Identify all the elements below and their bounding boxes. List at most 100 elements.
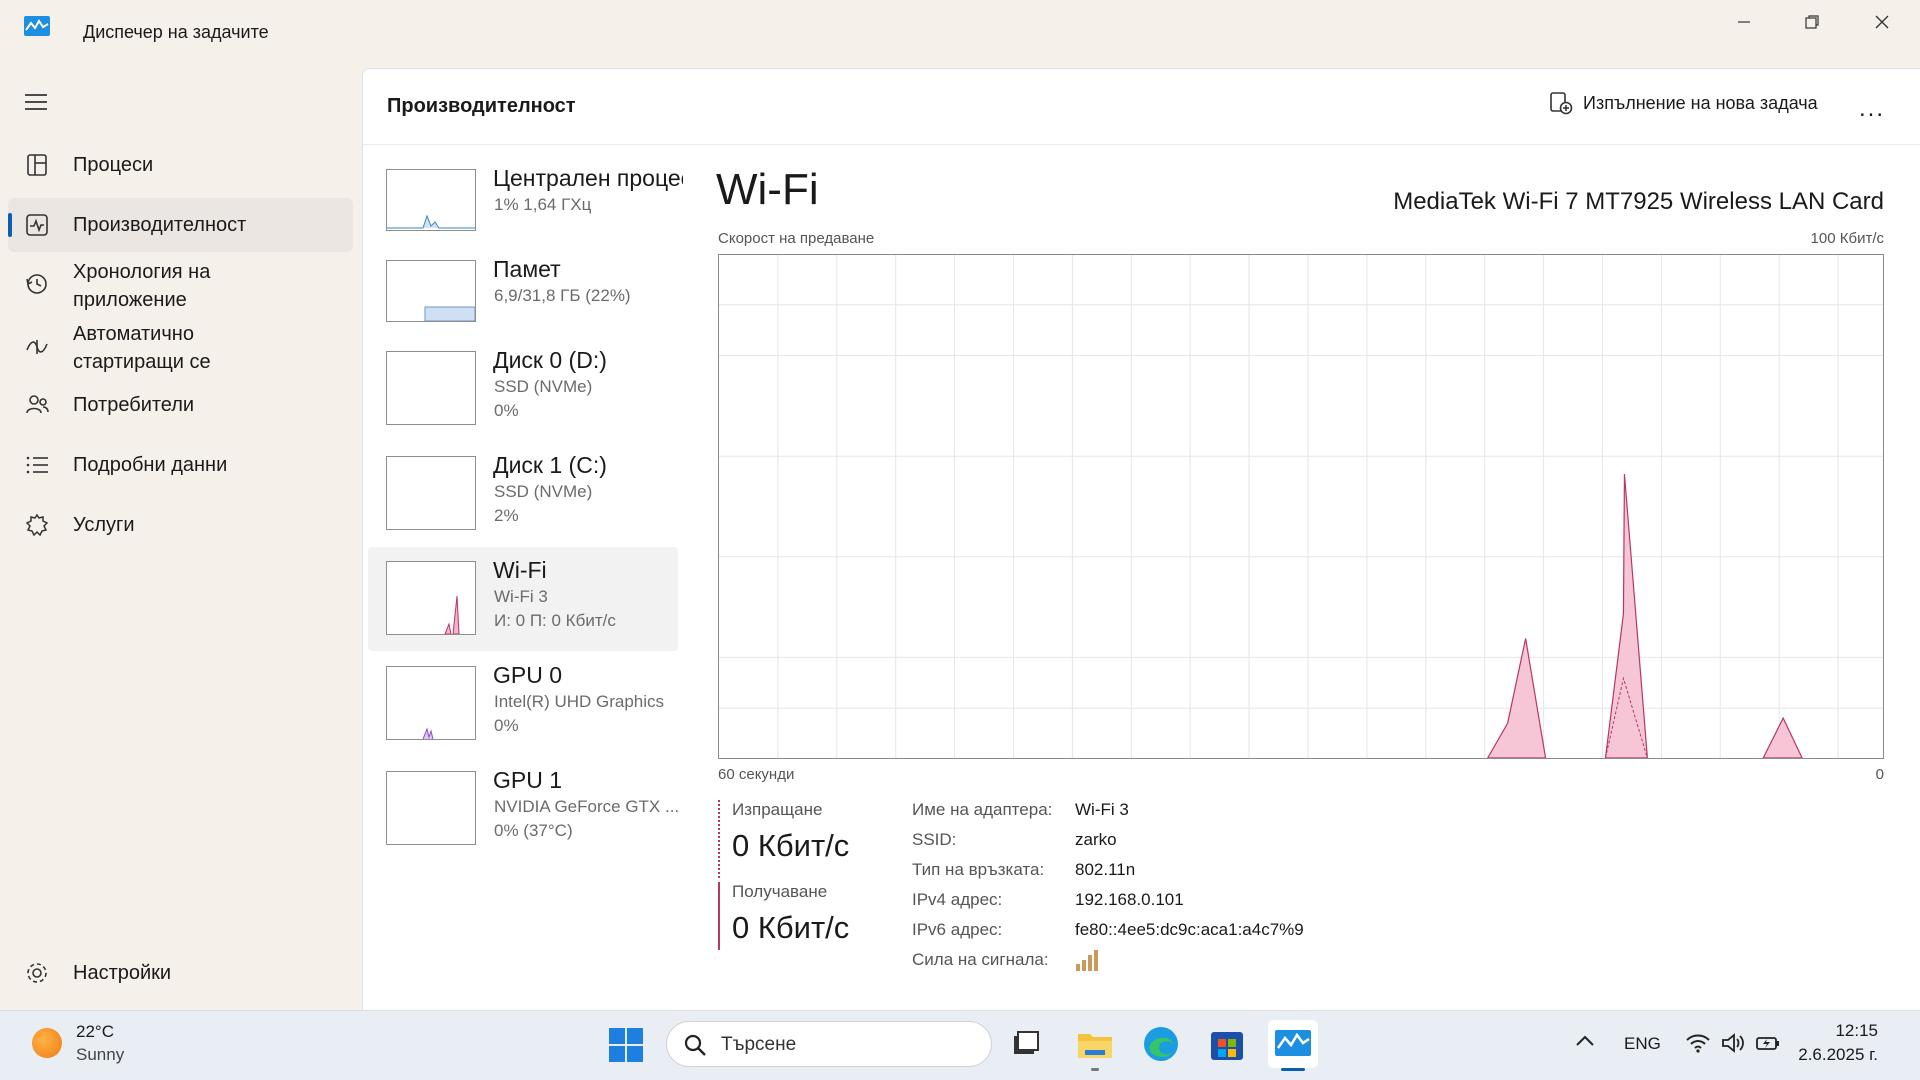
task-view-icon[interactable]	[1006, 1024, 1046, 1064]
prop-key: Сила на сигнала:	[912, 950, 1049, 969]
wifi-thumbnail	[386, 561, 476, 635]
axis-time-label: 60 секунди	[718, 766, 795, 783]
weather-temp[interactable]: 22°C	[76, 1022, 114, 1042]
axis-zero-label: 0	[1875, 766, 1884, 783]
device-sub2: 0% (37°C)	[494, 821, 573, 840]
more-options-button[interactable]: ...	[1859, 95, 1885, 123]
microsoft-store-icon[interactable]	[1207, 1024, 1247, 1064]
sidebar-item-label: Хронология на приложение	[73, 261, 211, 311]
cpu-thumbnail	[386, 169, 476, 231]
minimize-button[interactable]	[1710, 0, 1778, 44]
users-icon	[26, 395, 49, 414]
receive-value: 0 Кбит/с	[732, 910, 850, 945]
device-name: GPU 1	[493, 767, 563, 793]
send-label: Изпращане	[732, 800, 823, 819]
content-header: Производителност Изпълнение на нова зада…	[363, 69, 1920, 145]
sidebar-item-label: Процеси	[73, 154, 154, 176]
restore-button[interactable]	[1778, 0, 1846, 44]
run-new-task-label: Изпълнение на нова задача	[1583, 92, 1818, 113]
new-task-icon	[1550, 92, 1573, 115]
sidebar-item-label: Потребители	[73, 394, 195, 416]
title-bar: Диспечер на задачите	[0, 0, 1920, 68]
device-name: Централен процесор	[493, 165, 683, 191]
device-sub2: 2%	[494, 506, 519, 525]
device-memory[interactable]: Памет 6,9/31,8 ГБ (22%)	[368, 246, 678, 350]
prop-key: IPv4 адрес:	[912, 890, 1003, 909]
sidebar-item-startup[interactable]: Автоматично стартиращи се	[8, 320, 353, 378]
memory-thumbnail	[386, 260, 476, 322]
device-gpu0[interactable]: GPU 0 Intel(R) UHD Graphics 0%	[368, 652, 678, 756]
gear-icon	[27, 963, 47, 983]
weather-desc[interactable]: Sunny	[76, 1045, 124, 1065]
sidebar-item-label: Настройки	[73, 962, 172, 984]
file-explorer-icon[interactable]	[1075, 1024, 1115, 1064]
sidebar-item-label: Услуги	[73, 514, 135, 536]
disk0-thumbnail	[386, 351, 476, 425]
page-title: Производителност	[387, 95, 576, 117]
sidebar-item-app-history[interactable]: Хронология на приложение	[8, 258, 353, 316]
close-icon	[1875, 15, 1889, 29]
detail-title: Wi-Fi	[716, 165, 819, 214]
volume-icon[interactable]	[1720, 1030, 1746, 1056]
disk1-thumbnail	[386, 456, 476, 530]
restore-icon	[1805, 15, 1819, 29]
close-button[interactable]	[1848, 0, 1916, 44]
device-sub2: И: 0 П: 0 Кбит/с	[494, 611, 616, 630]
device-name: Wi-Fi	[493, 557, 547, 583]
search-icon	[684, 1034, 706, 1056]
prop-value: zarko	[1075, 830, 1117, 849]
startup-icon	[26, 340, 48, 354]
sidebar-item-settings[interactable]: Настройки	[8, 948, 353, 998]
sun-icon[interactable]	[32, 1028, 62, 1058]
sidebar-item-details[interactable]: Подробни данни	[8, 440, 353, 490]
gpu1-thumbnail	[386, 771, 476, 845]
receive-label: Получаване	[732, 882, 828, 901]
device-cpu[interactable]: Централен процесор 1% 1,64 ГХц	[368, 155, 683, 259]
device-sub: Wi-Fi 3	[494, 587, 548, 606]
device-gpu1[interactable]: GPU 1 NVIDIA GeForce GTX ... 0% (37°C)	[368, 757, 679, 861]
device-sub: SSD (NVMe)	[494, 482, 593, 501]
device-sub: Intel(R) UHD Graphics	[494, 692, 665, 711]
prop-value: 192.168.0.101	[1075, 890, 1184, 909]
prop-value: 802.11n	[1075, 860, 1136, 879]
clock-date[interactable]: 2.6.2025 г.	[1798, 1045, 1878, 1065]
sidebar-item-users[interactable]: Потребители	[8, 380, 353, 430]
device-name: Памет	[493, 256, 561, 282]
taskbar-search[interactable]: Търсене	[666, 1021, 992, 1067]
window-title: Диспечер на задачите	[83, 22, 269, 42]
prop-key: Тип на връзката:	[912, 860, 1045, 879]
explorer-running-indicator	[1091, 1068, 1099, 1071]
wifi-icon[interactable]	[1685, 1030, 1711, 1056]
device-sub: 1% 1,64 ГХц	[494, 195, 592, 214]
history-icon	[26, 274, 47, 294]
device-wifi[interactable]: Wi-Fi Wi-Fi 3 И: 0 П: 0 Кбит/с	[368, 547, 678, 651]
minimize-icon	[1738, 21, 1750, 23]
sidebar-item-performance[interactable]: Производителност	[8, 198, 353, 252]
language-indicator[interactable]: ENG	[1624, 1034, 1661, 1054]
device-name: Диск 0 (D:)	[493, 347, 607, 373]
processes-icon	[27, 154, 47, 176]
receive-stat: Получаване 0 Кбит/с	[718, 882, 878, 950]
sidebar-item-services[interactable]: Услуги	[8, 500, 353, 550]
task-manager-taskbar-button[interactable]	[1268, 1020, 1318, 1068]
windows-start-icon[interactable]	[608, 1027, 644, 1063]
device-sub: 6,9/31,8 ГБ (22%)	[494, 286, 631, 305]
prop-key: SSID:	[912, 830, 957, 849]
sidebar-item-processes[interactable]: Процеси	[8, 140, 353, 190]
send-stat: Изпращане 0 Кбит/с	[718, 800, 878, 878]
task-manager-icon	[24, 16, 50, 36]
battery-charging-icon[interactable]	[1755, 1030, 1781, 1056]
performance-icon	[26, 214, 48, 236]
edge-browser-icon[interactable]	[1141, 1024, 1181, 1064]
clock-time[interactable]: 12:15	[1835, 1021, 1878, 1041]
show-hidden-icons-button[interactable]	[1574, 1033, 1596, 1054]
device-name: GPU 0	[493, 662, 563, 688]
search-placeholder: Търсене	[721, 1034, 797, 1055]
run-new-task-button[interactable]: Изпълнение на нова задача	[1549, 91, 1818, 115]
device-disk0[interactable]: Диск 0 (D:) SSD (NVMe) 0%	[368, 337, 678, 441]
gpu0-thumbnail	[386, 666, 476, 740]
graph-label: Скорост на предаване	[718, 230, 875, 247]
device-sub: SSD (NVMe)	[494, 377, 593, 396]
device-disk1[interactable]: Диск 1 (C:) SSD (NVMe) 2%	[368, 442, 678, 546]
hamburger-menu-icon[interactable]	[22, 90, 50, 114]
